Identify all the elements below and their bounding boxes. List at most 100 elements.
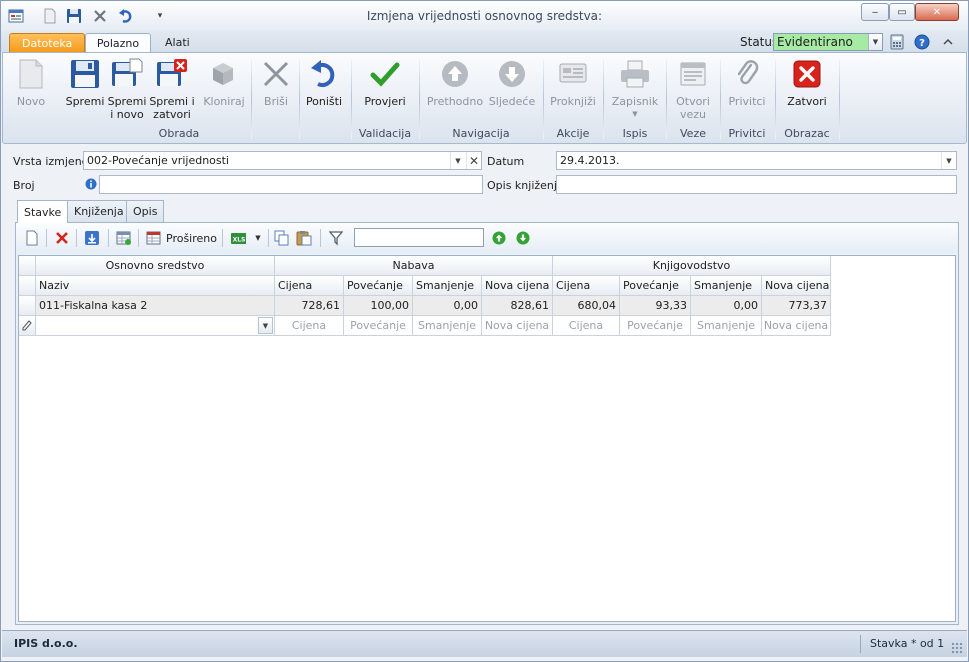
zatvori-button[interactable]: Zatvori [781,57,833,125]
chevron-down-icon[interactable]: ▼ [868,34,882,50]
ponisti-button[interactable]: Poništi [301,57,347,125]
ponisti-label: Poništi [305,95,343,108]
band-nabava: Nabava [275,256,553,276]
column-header-nabava-povecanje[interactable]: Povećanje [344,276,413,296]
privitci-button[interactable]: Privitci [723,57,771,125]
column-header-knjigovodstvo-povecanje[interactable]: Povećanje [620,276,691,296]
tab-stavke[interactable]: Stavke [17,200,69,223]
kloniraj-button[interactable]: Kloniraj [199,57,249,125]
paste-icon[interactable] [296,230,312,246]
help-icon[interactable]: ? [914,34,930,50]
calculator-icon[interactable] [889,34,905,50]
column-header-nabava-cijena[interactable]: Cijena [275,276,344,296]
tab-polazno[interactable]: Polazno [85,33,151,53]
info-icon[interactable] [85,178,97,190]
column-header-nabava-smanjenje[interactable]: Smanjenje [413,276,482,296]
download-icon[interactable] [84,230,100,246]
chevron-down-icon[interactable]: ▼ [941,152,956,169]
filter-input[interactable] [354,228,484,247]
new-row-knjigovodstvo-smanjenje[interactable]: Smanjenje [691,316,762,336]
stavke-grid[interactable]: Osnovno sredstvo Nabava Knjigovodstvo Na… [18,255,956,622]
ribbon-tabs: Datoteka Polazno Alati Status Evidentira… [1,31,968,53]
datum-field[interactable]: 29.4.2013. ▼ [556,151,957,170]
otvori-vezu-label-2: vezu [679,108,707,121]
spremi-i-zatvori-label-2: zatvori [153,108,191,121]
svg-text:?: ? [919,38,925,49]
tab-datoteka[interactable]: Datoteka [9,33,86,52]
resize-grip[interactable] [951,642,963,654]
chevron-down-icon[interactable]: ▼ [450,152,465,169]
close-button[interactable]: ✕ [915,3,959,21]
maximize-button[interactable]: ▭ [889,3,915,21]
filter-icon[interactable] [328,230,344,246]
sljedece-button[interactable]: Sljedeće [485,57,539,125]
column-header-knjigovodstvo-nova-cijena[interactable]: Nova cijena [762,276,831,296]
tab-knjizenja[interactable]: Knjiženja [67,200,131,222]
find-next-icon[interactable] [515,230,531,246]
column-header-naziv[interactable]: Naziv [36,276,275,296]
zatvori-label: Zatvori [787,95,827,108]
column-header-nabava-nova-cijena[interactable]: Nova cijena [482,276,553,296]
novo-button[interactable]: Novo [11,57,51,125]
brisi-button[interactable]: Briši [255,57,297,125]
zapisnik-button[interactable]: Zapisnik ▼ [607,57,663,125]
new-row-knjigovodstvo-nova-cijena[interactable]: Nova cijena [762,316,831,336]
opis-knjizenja-input[interactable] [556,175,957,194]
table-cell-knjigovodstvo-cijena[interactable]: 680,04 [553,296,620,316]
new-row-nabava-nova-cijena[interactable]: Nova cijena [482,316,553,336]
tab-alati[interactable]: Alati [153,33,202,52]
tab-opis[interactable]: Opis [126,200,165,222]
extended-icon[interactable] [146,230,162,246]
new-row-nabava-smanjenje[interactable]: Smanjenje [413,316,482,336]
otvori-vezu-button[interactable]: Otvori vezu [669,57,717,125]
table-cell-knjigovodstvo-povecanje[interactable]: 93,33 [620,296,691,316]
chevron-down-icon[interactable]: ▼ [250,230,266,246]
delete-row-icon[interactable] [54,230,70,246]
status-bar: IPIS d.o.o. Stavka * od 1 [2,630,967,657]
table-cell-nabava-cijena[interactable]: 728,61 [275,296,344,316]
table-cell-naziv[interactable]: 011-Fiskalna kasa 2 [36,296,275,316]
clear-icon[interactable]: ✕ [466,152,481,169]
vrsta-izmjene-select[interactable]: 002-Povećanje vrijednosti ▼ ✕ [83,151,482,170]
table-cell-knjigovodstvo-nova-cijena[interactable]: 773,37 [762,296,831,316]
status-select[interactable]: Evidentirano ▼ [773,33,883,51]
table-cell-nabava-smanjenje[interactable]: 0,00 [413,296,482,316]
table-cell-nabava-nova-cijena[interactable]: 828,61 [482,296,553,316]
ribbon-separator [351,59,352,139]
new-row-knjigovodstvo-cijena[interactable]: Cijena [553,316,620,336]
app-window: ▾ Izmjena vrijednosti osnovnog sredstva:… [0,0,969,662]
prosireno-button[interactable]: Prošireno [166,232,217,245]
new-row-nabava-povecanje[interactable]: Povećanje [344,316,413,336]
provjeri-button[interactable]: Provjeri [359,57,411,125]
grid-corner [19,276,36,296]
group-obrazac-label: Obrazac [784,127,830,140]
table-cell-nabava-povecanje[interactable]: 100,00 [344,296,413,316]
new-row-nabava-cijena[interactable]: Cijena [275,316,344,336]
table-icon[interactable] [116,230,132,246]
spremi-i-zatvori-label-1: Spremi i [149,95,195,108]
table-cell-knjigovodstvo-smanjenje[interactable]: 0,00 [691,296,762,316]
ribbon-separator [419,59,420,139]
broj-input[interactable] [99,175,483,194]
row-indicator[interactable] [19,296,36,316]
spremi-button[interactable]: Spremi [63,57,107,125]
new-row-naziv-select[interactable]: ▼ [36,316,275,336]
find-previous-icon[interactable] [491,230,507,246]
sljedece-label: Sljedeće [488,95,536,108]
delete-icon [259,57,293,91]
chevron-down-icon[interactable]: ▼ [258,317,273,334]
new-row-knjigovodstvo-povecanje[interactable]: Povećanje [620,316,691,336]
brisi-label: Briši [264,95,288,108]
proknjizi-button[interactable]: Proknjiži [547,57,599,125]
zapisnik-dropdown-icon[interactable]: ▼ [632,108,637,121]
minimize-button[interactable]: ‒ [861,3,889,21]
column-header-knjigovodstvo-smanjenje[interactable]: Smanjenje [691,276,762,296]
spremi-i-zatvori-button[interactable]: Spremi i zatvori [149,57,195,125]
prethodno-button[interactable]: Prethodno [425,57,485,125]
collapse-ribbon-icon[interactable] [940,34,956,50]
new-row-icon[interactable] [24,230,40,246]
spremi-i-novo-button[interactable]: Spremi i novo [105,57,149,125]
column-header-knjigovodstvo-cijena[interactable]: Cijena [553,276,620,296]
copy-icon[interactable] [274,230,290,246]
excel-export-icon[interactable]: XLS [230,230,246,246]
